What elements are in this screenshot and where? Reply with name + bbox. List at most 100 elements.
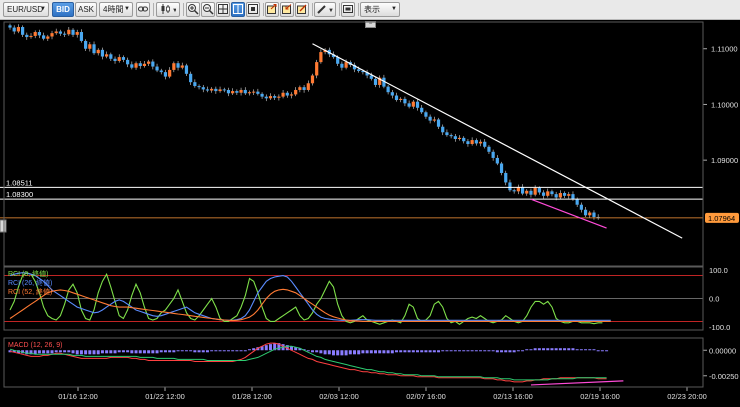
- candle-body: [218, 89, 222, 92]
- candle-body: [96, 49, 100, 54]
- ask-button[interactable]: ASK: [75, 2, 97, 17]
- rci-axis-label: 100.0: [709, 266, 728, 275]
- candle-body: [184, 65, 189, 74]
- toolbar-divider: [263, 3, 264, 16]
- chart-type-button[interactable]: ▼: [156, 2, 180, 17]
- current-price-label: 1.07964: [708, 214, 735, 223]
- macd-axis-label: 0.00000: [709, 346, 736, 355]
- macd-histogram-bar: [88, 350, 92, 355]
- macd-histogram-bar: [512, 350, 516, 353]
- macd-histogram-bar: [235, 350, 239, 352]
- toolbar-divider: [312, 3, 313, 16]
- candle-body: [109, 54, 113, 59]
- svg-text:▼: ▼: [172, 8, 176, 14]
- candle-body: [533, 188, 537, 195]
- toolbar-divider: [339, 3, 340, 16]
- macd-histogram-bar: [264, 345, 268, 351]
- macd-histogram-bar: [37, 350, 41, 354]
- time-axis-label: 01/16 12:00: [58, 392, 98, 401]
- zoom-out-button[interactable]: [201, 2, 215, 17]
- split-view-button[interactable]: [231, 2, 245, 17]
- price-chart[interactable]: 1.11000 1.10000 1.09000 1.08511 1.08300 1.079…: [0, 20, 740, 407]
- pane-resize-handle: [0, 219, 7, 233]
- macd-histogram-bar: [529, 349, 533, 351]
- candle-body: [579, 204, 583, 210]
- screenshot-button[interactable]: [341, 2, 355, 17]
- macd-histogram-bar: [327, 350, 331, 355]
- chevron-down-icon: ▼: [391, 6, 397, 12]
- candle-body: [168, 69, 172, 77]
- macd-histogram-bar: [516, 350, 520, 352]
- macd-histogram-bar: [100, 350, 104, 354]
- import-button[interactable]: [280, 2, 294, 17]
- candle-body: [529, 190, 533, 195]
- candle-body: [12, 27, 16, 32]
- macd-histogram-bar: [432, 350, 436, 353]
- macd-histogram-bar: [483, 350, 487, 352]
- macd-trendline: [530, 380, 624, 386]
- macd-histogram-bar: [458, 350, 462, 352]
- candle-body: [487, 146, 491, 152]
- candle-body: [478, 141, 483, 144]
- macd-histogram-bar: [479, 350, 483, 352]
- macd-histogram-bar: [243, 350, 247, 352]
- macd-histogram-bar: [411, 350, 415, 353]
- candle-body: [344, 62, 348, 68]
- export-button[interactable]: [265, 2, 279, 17]
- candle-body: [583, 209, 588, 216]
- display-menu-button[interactable]: 表示 ▼: [360, 2, 400, 17]
- candle-body: [495, 157, 499, 164]
- bid-button[interactable]: BID: [52, 2, 74, 17]
- macd-histogram-bar: [42, 350, 46, 354]
- candle-body: [310, 75, 315, 84]
- candle-body: [541, 192, 546, 196]
- candle-body: [420, 107, 424, 113]
- macd-histogram-bar: [159, 350, 163, 353]
- time-axis: 01/16 12:00 01/22 12:00 01/28 12:00 02/03 1…: [58, 387, 707, 401]
- candle-body: [525, 190, 529, 194]
- timeframe-select[interactable]: 4時間 ▼: [99, 2, 133, 17]
- export-icon: [267, 4, 277, 14]
- macd-histogram-bar: [247, 349, 251, 351]
- candle-body: [54, 31, 58, 34]
- macd-pane-frame: [3, 337, 704, 388]
- macd-histogram-bar: [84, 350, 88, 355]
- candle-body: [75, 32, 79, 35]
- macd-histogram-bar: [487, 350, 491, 352]
- drawing-tool-button[interactable]: ▼: [314, 2, 336, 17]
- symbol-select[interactable]: EUR/USD ▼: [3, 2, 49, 17]
- zoom-out-icon: [203, 4, 214, 15]
- macd-histogram-bar: [126, 350, 130, 353]
- zoom-in-icon: [188, 4, 199, 15]
- macd-histogram-bar: [344, 350, 348, 356]
- candle-body: [449, 135, 453, 137]
- macd-histogram-bar: [214, 350, 218, 352]
- candle-body: [268, 96, 273, 99]
- candle-body: [298, 87, 302, 90]
- macd-histogram-bar: [449, 350, 453, 352]
- candle-body: [159, 70, 163, 73]
- candle-body: [180, 65, 184, 68]
- macd-histogram-bar: [533, 348, 537, 351]
- macd-histogram-bar: [474, 350, 478, 352]
- macd-histogram-bar: [466, 350, 470, 352]
- macd-histogram-bar: [331, 350, 335, 356]
- candle-body: [222, 89, 226, 91]
- candle-body: [231, 91, 235, 94]
- link-button[interactable]: [136, 2, 150, 17]
- macd-histogram-bar: [268, 344, 272, 351]
- candle-body: [29, 35, 33, 38]
- toolbar-divider: [183, 3, 184, 16]
- fit-view-button[interactable]: [246, 2, 260, 17]
- rci-series-line: [9, 288, 611, 322]
- candle-body: [226, 89, 231, 94]
- candle-body: [390, 92, 394, 96]
- candle-body: [201, 87, 205, 90]
- macd-histogram-bar: [500, 350, 504, 353]
- candle-body: [411, 101, 415, 107]
- candle-body: [113, 58, 117, 61]
- edit-template-button[interactable]: [295, 2, 309, 17]
- macd-histogram-bar: [399, 350, 403, 353]
- zoom-in-button[interactable]: [186, 2, 200, 17]
- grid-button[interactable]: [216, 2, 230, 17]
